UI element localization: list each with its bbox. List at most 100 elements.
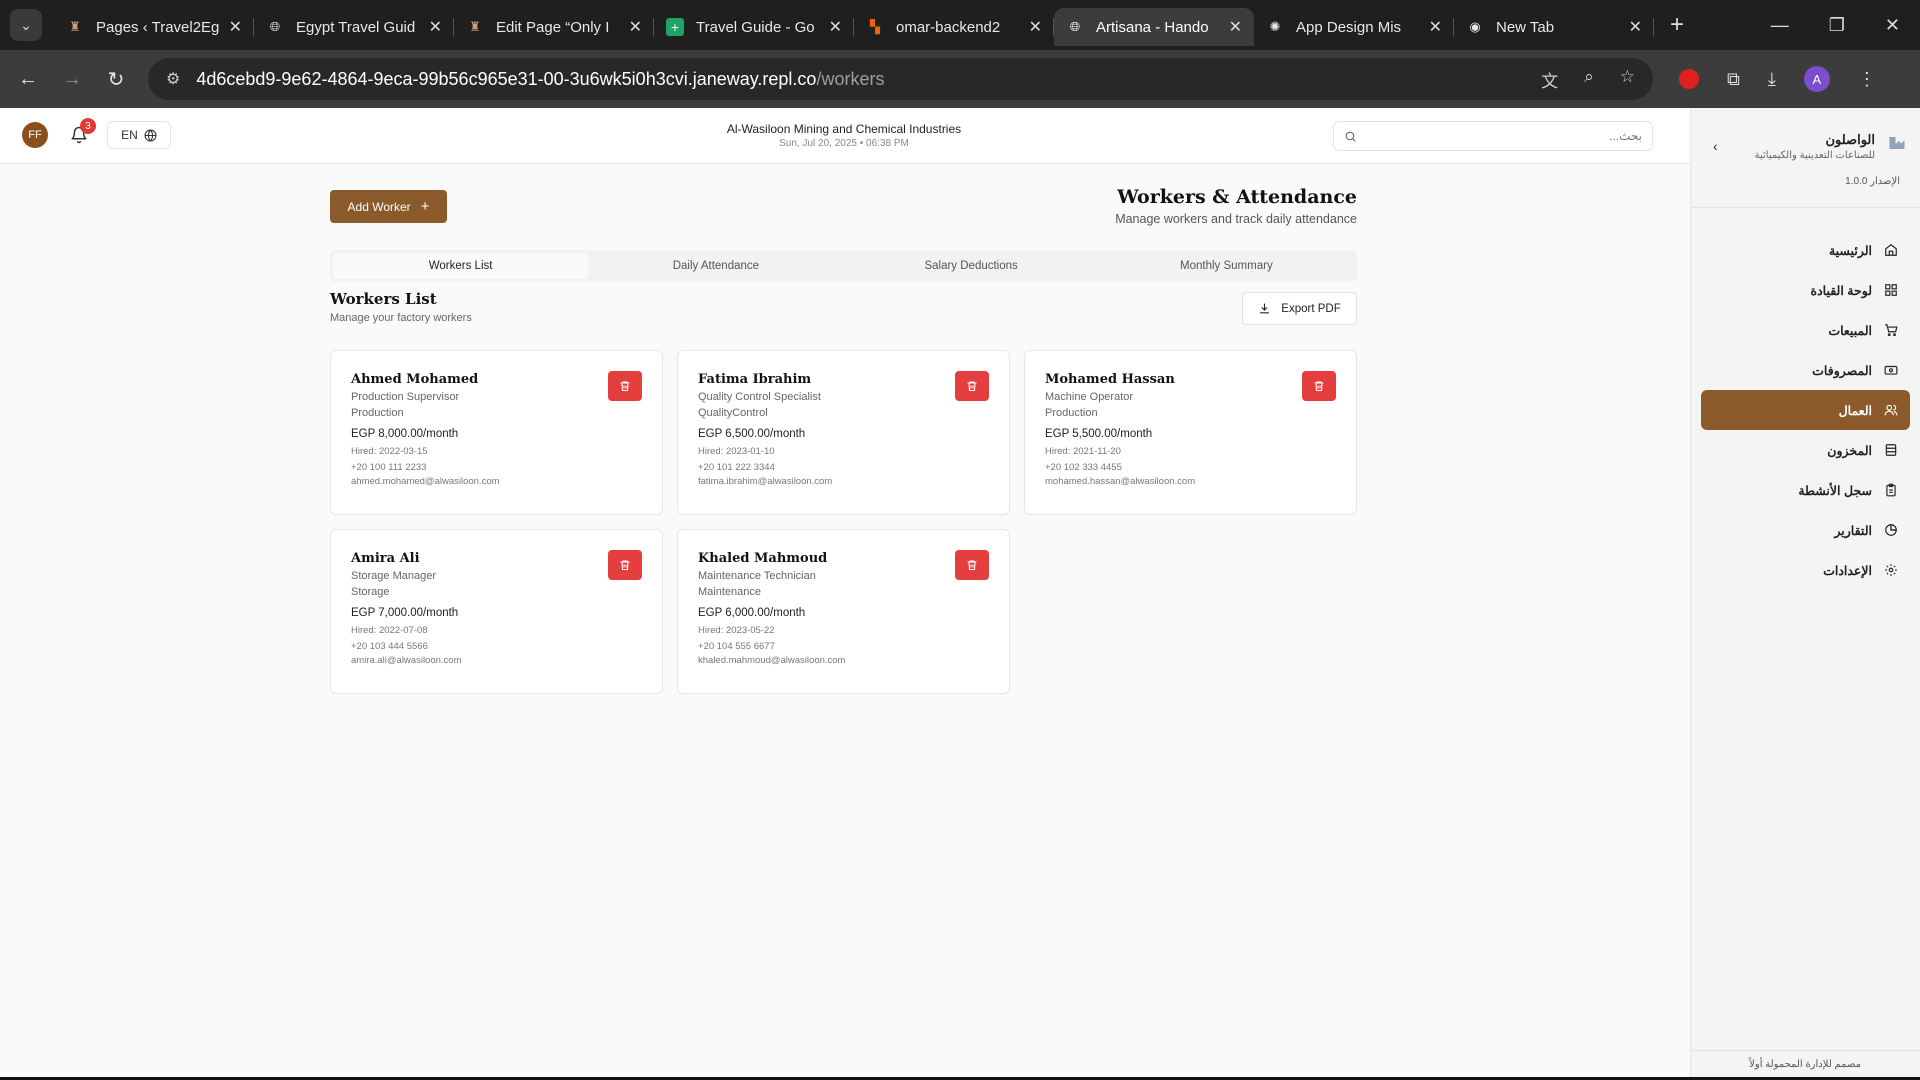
sidebar-item-label: العمال <box>1838 403 1872 418</box>
browser-menu-icon[interactable]: ⋮ <box>1858 69 1876 90</box>
sidebar-item-dashboard[interactable]: لوحة القيادة <box>1701 270 1910 310</box>
browser-tab-active[interactable]: 🌐︎ Artisana - Hando ✕ <box>1054 8 1254 46</box>
tab-search-button[interactable]: ⌄ <box>10 9 42 41</box>
current-datetime: Sun, Jul 20, 2025 • 06:38 PM <box>779 138 909 149</box>
url-path: /workers <box>816 68 885 89</box>
language-toggle[interactable]: EN <box>107 121 171 149</box>
sidebar-item-inventory[interactable]: المخزون <box>1701 430 1910 470</box>
trash-icon <box>1314 381 1324 392</box>
sidebar-item-home[interactable]: الرئيسية <box>1701 230 1910 270</box>
chevron-left-icon[interactable]: ‹ <box>1713 138 1718 154</box>
minimize-icon[interactable]: — <box>1771 15 1789 36</box>
delete-worker-button[interactable] <box>1302 371 1336 401</box>
site-info-icon[interactable]: ⚙ <box>166 69 180 89</box>
sidebar-item-expenses[interactable]: المصروفات <box>1701 350 1910 390</box>
forward-icon[interactable]: → <box>50 68 94 91</box>
app-root: FF 3 EN Al-Wasiloon Mining and Chemical … <box>0 108 1920 1080</box>
search-input[interactable] <box>1363 129 1642 143</box>
browser-tab[interactable]: ▚ omar-backend2 ✕ <box>854 8 1054 46</box>
globe-icon: 🌐︎ <box>1069 19 1081 34</box>
sidebar-footer: مصمم للإدارة المحمولة أولاً <box>1691 1050 1920 1080</box>
close-icon[interactable]: ✕ <box>429 17 442 37</box>
add-worker-button[interactable]: Add Worker + <box>330 190 447 223</box>
back-icon[interactable]: ← <box>6 68 50 91</box>
browser-tab-bar: ⌄ ♜ Pages ‹ Travel2Eg ✕ 🌐︎ Egypt Travel … <box>0 0 1920 50</box>
worker-salary: EGP 6,000.00/month <box>698 607 806 619</box>
sidebar-item-label: سجل الأنشطة <box>1798 483 1872 498</box>
user-avatar[interactable]: FF <box>22 122 48 148</box>
delete-worker-button[interactable] <box>608 371 642 401</box>
tab-title: New Tab <box>1496 18 1555 36</box>
tab-daily-attendance[interactable]: Daily Attendance <box>588 253 843 279</box>
sidebar-item-label: المبيعات <box>1828 323 1872 338</box>
extensions-puzzle-icon[interactable]: ⧉ <box>1727 69 1740 90</box>
browser-tab[interactable]: 🌐︎ Egypt Travel Guid ✕ <box>254 8 454 46</box>
worker-card: Mohamed Hassan Machine Operator Producti… <box>1024 350 1357 515</box>
sidebar-item-workers[interactable]: العمال <box>1701 390 1910 430</box>
sidebar-item-reports[interactable]: التقارير <box>1701 510 1910 550</box>
close-icon[interactable]: ✕ <box>1629 17 1642 37</box>
export-pdf-button[interactable]: Export PDF <box>1242 292 1357 325</box>
worker-phone: +20 104 555 6677 <box>698 641 775 652</box>
trash-icon <box>620 381 630 392</box>
search-icon <box>1345 131 1356 142</box>
browser-tab[interactable]: ♜ Edit Page “Only I ✕ <box>454 8 654 46</box>
tab-title: App Design Mis <box>1296 18 1402 36</box>
search-box[interactable] <box>1333 121 1653 151</box>
replit-icon: ▚ <box>870 19 880 34</box>
sidebar-item-activity-log[interactable]: سجل الأنشطة <box>1701 470 1910 510</box>
address-bar[interactable]: ⚙ 4d6cebd9-9e62-4864-9eca-99b56c965e31-0… <box>148 58 1653 100</box>
close-icon[interactable]: ✕ <box>629 17 642 37</box>
trash-icon <box>620 560 630 571</box>
browser-tab[interactable]: ✺ App Design Mis ✕ <box>1254 8 1454 46</box>
factory-logo-icon <box>1889 137 1905 149</box>
worker-department: QualityControl <box>698 407 768 419</box>
delete-worker-button[interactable] <box>955 550 989 580</box>
chart-icon <box>1885 524 1897 536</box>
tab-salary-deductions[interactable]: Salary Deductions <box>844 253 1099 279</box>
profile-avatar[interactable]: A <box>1803 66 1830 92</box>
tab-title: omar-backend2 <box>896 18 1001 36</box>
worker-role: Production Supervisor <box>351 391 460 403</box>
globe-icon <box>144 129 157 141</box>
browser-tab[interactable]: + Travel Guide - Go ✕ <box>654 8 854 46</box>
sidebar-item-label: المخزون <box>1827 443 1872 458</box>
worker-name: Ahmed Mohamed <box>351 372 479 387</box>
section-header: Workers List Manage your factory workers <box>330 290 472 324</box>
restore-icon[interactable]: ❐ <box>1829 15 1845 36</box>
browser-tabs: ♜ Pages ‹ Travel2Eg ✕ 🌐︎ Egypt Travel Gu… <box>54 4 1654 46</box>
clipboard-icon <box>1886 483 1896 497</box>
download-icon[interactable]: ⤓ <box>1768 69 1776 90</box>
wallet-icon <box>1884 365 1898 375</box>
browser-toolbar: ← → ↻ ⚙ 4d6cebd9-9e62-4864-9eca-99b56c96… <box>0 50 1920 108</box>
translate-icon[interactable]: 文 <box>1541 67 1558 92</box>
worker-name: Fatima Ibrahim <box>698 372 812 387</box>
delete-worker-button[interactable] <box>955 371 989 401</box>
new-tab-button[interactable]: + <box>1670 11 1684 39</box>
zoom-icon[interactable]: ⌕ <box>1584 67 1594 92</box>
bookmark-star-icon[interactable]: ☆ <box>1620 67 1635 92</box>
sidebar-item-sales[interactable]: المبيعات <box>1701 310 1910 350</box>
close-icon[interactable]: ✕ <box>1229 17 1242 37</box>
close-window-icon[interactable]: ✕ <box>1885 15 1900 36</box>
worker-department: Production <box>1045 407 1098 419</box>
close-icon[interactable]: ✕ <box>1429 17 1442 37</box>
tab-monthly-summary[interactable]: Monthly Summary <box>1099 253 1354 279</box>
page-header: Workers & Attendance Manage workers and … <box>1115 186 1357 226</box>
worker-name: Amira Ali <box>351 551 420 566</box>
browser-tab[interactable]: ♜ Pages ‹ Travel2Eg ✕ <box>54 8 254 46</box>
page-subtitle: Manage workers and track daily attendanc… <box>1115 212 1357 226</box>
browser-tab[interactable]: ◉ New Tab ✕ <box>1454 8 1654 46</box>
worker-hired-date: Hired: 2022-03-15 <box>351 446 428 457</box>
close-icon[interactable]: ✕ <box>1029 17 1042 37</box>
delete-worker-button[interactable] <box>608 550 642 580</box>
close-icon[interactable]: ✕ <box>229 17 242 37</box>
plus-icon: + <box>420 198 430 215</box>
sidebar-item-settings[interactable]: الإعدادات <box>1701 550 1910 590</box>
worker-card: Ahmed Mohamed Production Supervisor Prod… <box>330 350 663 515</box>
extension-icon[interactable] <box>1679 69 1699 89</box>
reload-icon[interactable]: ↻ <box>94 67 138 92</box>
close-icon[interactable]: ✕ <box>829 17 842 37</box>
tab-workers-list[interactable]: Workers List <box>333 253 589 279</box>
worker-role: Storage Manager <box>351 570 436 582</box>
